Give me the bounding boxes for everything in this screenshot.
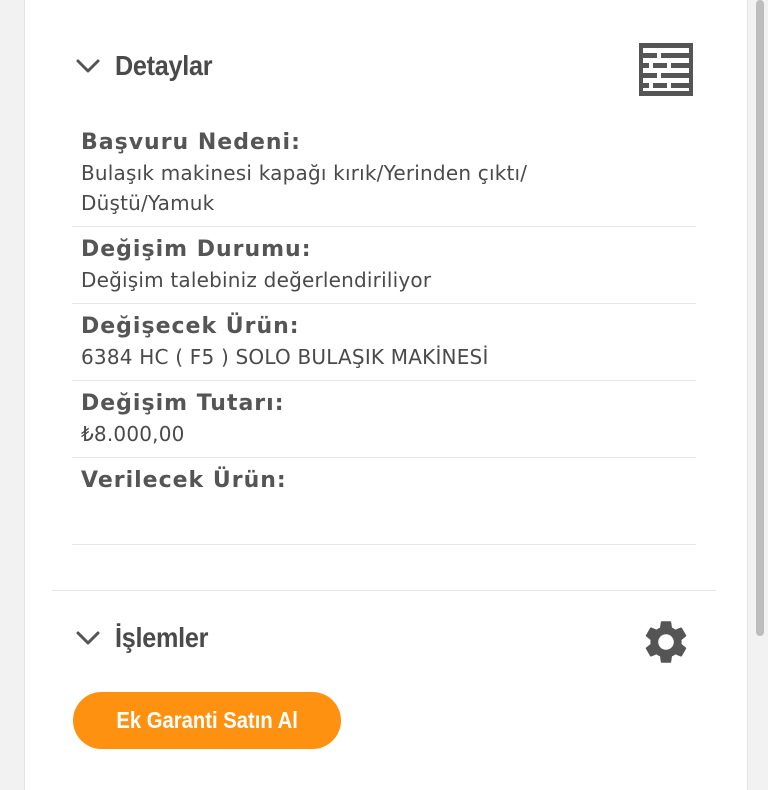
detail-row-amount: Değişim Tutarı: ₺8.000,00 <box>72 381 696 458</box>
detail-row-reason: Başvuru Nedeni: Bulaşık makinesi kapağı … <box>72 120 696 227</box>
table-grid-icon[interactable] <box>639 43 693 96</box>
details-section-header[interactable]: Detaylar <box>75 50 223 82</box>
detail-label: Verilecek Ürün: <box>81 468 287 493</box>
detail-label: Değişim Tutarı: <box>81 391 285 416</box>
details-title: Detaylar <box>115 50 213 81</box>
chevron-down-icon <box>76 59 100 73</box>
detail-row-status: Değişim Durumu: Değişim talebiniz değerl… <box>72 227 696 304</box>
operations-title: İşlemler <box>115 622 209 653</box>
detail-value: Değişim talebiniz değerlendiriliyor <box>81 268 432 292</box>
buy-extra-warranty-button[interactable]: Ek Garanti Satın Al <box>73 692 341 749</box>
chevron-down-icon <box>76 631 100 645</box>
section-divider <box>52 590 716 591</box>
detail-value: ₺8.000,00 <box>81 422 185 446</box>
gear-icon[interactable] <box>640 616 692 668</box>
details-list: Başvuru Nedeni: Bulaşık makinesi kapağı … <box>72 120 696 545</box>
detail-row-product: Değişecek Ürün: 6384 HC ( F5 ) SOLO BULA… <box>72 304 696 381</box>
operations-section-header[interactable]: İşlemler <box>75 622 218 654</box>
detail-value: 6384 HC ( F5 ) SOLO BULAŞIK MAKİNESİ <box>81 345 489 369</box>
detail-label: Değişecek Ürün: <box>81 314 300 339</box>
detail-row-given-product: Verilecek Ürün: <box>72 458 696 545</box>
detail-value: Bulaşık makinesi kapağı kırık/Yerinden ç… <box>81 161 528 215</box>
detail-label: Başvuru Nedeni: <box>81 130 301 155</box>
scrollbar[interactable] <box>756 0 764 636</box>
detail-label: Değişim Durumu: <box>81 237 312 262</box>
buy-extra-warranty-label: Ek Garanti Satın Al <box>116 707 298 733</box>
